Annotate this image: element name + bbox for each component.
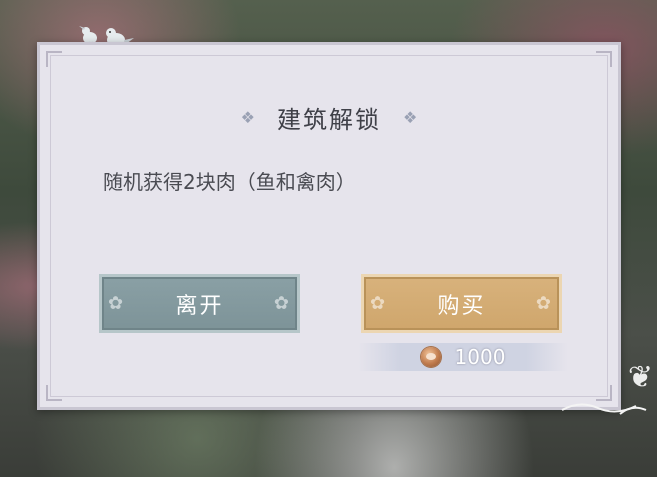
ornament-right-icon: ❖ [403, 107, 418, 127]
cloud-ornament-icon: ✿ [108, 292, 126, 314]
butterfly-icon: ❦ [627, 360, 653, 395]
cloud-ornament-icon: ✿ [535, 292, 553, 314]
buy-button-label: 购买 [437, 293, 486, 319]
leave-button[interactable]: ✿ 离开 ✿ [99, 274, 300, 333]
meat-coin-icon [420, 347, 441, 367]
wind-swirl-icon [561, 403, 647, 415]
cost-display: 1000 [358, 343, 568, 371]
cost-value: 1000 [454, 345, 506, 369]
building-unlock-dialog: ❖ 建筑解锁 ❖ 随机获得2块肉（鱼和禽肉） ✿ 离开 ✿ ✿ 购买 ✿ 100… [37, 42, 621, 410]
buy-button[interactable]: ✿ 购买 ✿ [361, 274, 562, 333]
dialog-description: 随机获得2块肉（鱼和禽肉） [103, 170, 356, 194]
dialog-title-row: ❖ 建筑解锁 ❖ [40, 100, 618, 135]
cloud-ornament-icon: ✿ [273, 292, 291, 314]
leave-button-label: 离开 [175, 293, 224, 319]
dialog-title: 建筑解锁 [277, 106, 381, 134]
frame-corner [596, 51, 612, 67]
frame-corner [46, 385, 62, 401]
frame-corner [46, 51, 62, 67]
ornament-left-icon: ❖ [240, 107, 255, 127]
cloud-ornament-icon: ✿ [370, 292, 388, 314]
